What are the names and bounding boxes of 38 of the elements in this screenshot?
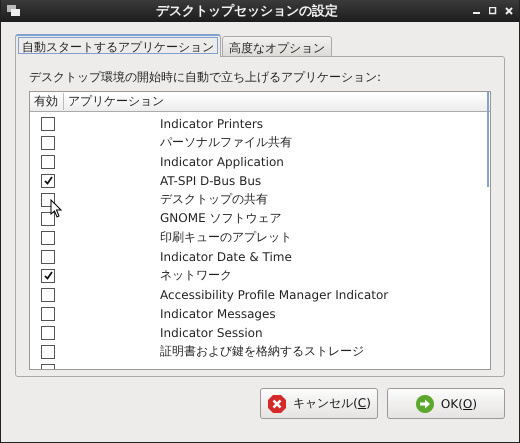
application-name: Indicator Messages [160, 306, 276, 320]
tab[interactable]: 高度なオプション [222, 36, 332, 56]
scrollbar[interactable] [487, 92, 489, 187]
window-title: デスクトップセッションの設定 [155, 2, 339, 20]
application-name: AT-SPI D-Bus Bus [160, 174, 262, 188]
application-name: Accessibility Profile Manager Indicator [160, 288, 388, 302]
checkbox[interactable] [41, 174, 55, 188]
cancel-button[interactable]: キャンセル(C) [260, 388, 378, 419]
checkbox[interactable] [41, 136, 55, 150]
application-name: Indicator Date & Time [160, 250, 292, 264]
tab[interactable]: 自動スタートするアプリケーション [15, 34, 221, 57]
checkbox[interactable] [41, 344, 55, 358]
application-name: ネットワーク [160, 267, 232, 284]
checkbox[interactable] [41, 306, 55, 320]
column-header[interactable]: アプリケーション [64, 93, 164, 110]
application-name: GNOME ソフトウェア [160, 210, 282, 227]
application-name: デスクトップの共有 [160, 191, 268, 208]
application-name: Indicator Application [160, 154, 284, 168]
checkbox[interactable] [41, 326, 55, 340]
close-icon [267, 394, 288, 414]
checkbox[interactable] [41, 154, 55, 168]
application-name: Indicator Printers [160, 116, 264, 130]
maximize-icon[interactable] [489, 7, 497, 15]
application-name: 印刷キューのアプレット [160, 229, 292, 246]
checkbox[interactable] [41, 288, 55, 302]
close-icon[interactable] [505, 7, 513, 15]
column-header[interactable]: 有効 [30, 93, 64, 110]
window-icon [7, 5, 21, 17]
description-label: デスクトップ環境の開始時に自動で立ち上げるアプリケーション: [29, 69, 382, 86]
application-name: パーソナルファイル共有 [160, 134, 292, 151]
application-name: 証明書および鍵を格納するストレージ [160, 343, 364, 360]
mouse-pointer-icon [50, 199, 62, 218]
checkbox[interactable] [41, 230, 55, 244]
application-name: Indicator Session [160, 326, 263, 340]
checkbox[interactable] [41, 268, 55, 282]
checkbox[interactable] [41, 116, 55, 130]
ok-button[interactable]: OK(O) [387, 388, 505, 419]
checkbox[interactable] [41, 250, 55, 264]
